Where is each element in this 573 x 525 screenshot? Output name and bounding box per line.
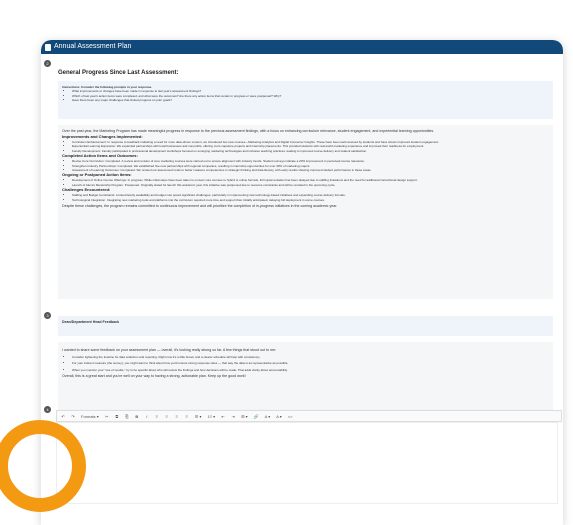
formats-dropdown[interactable]: Formats ▾ [81,414,99,419]
section-title: Dean/Department Head Feedback [62,320,120,324]
feedback-list: Consider tightening the timeline for dat… [62,355,549,372]
source-code-icon[interactable]: <> [288,414,293,419]
feedback-closing: Overall, this is a great start and you'r… [62,374,246,379]
editor-toolbar: ↶ ↷ Formats ▾ ✂ ⧉ ⎘ B I ≡ ≡ ≡ ≡ ☰ ▾ 1≡ ▾… [56,410,562,422]
undo-button[interactable]: ↶ [61,414,65,419]
document-icon [45,43,51,51]
list-item: Technological Integration: Integrating n… [72,198,549,202]
dean-feedback-textarea[interactable]: I wanted to share some feedback on your … [58,342,553,412]
window-title: Annual Assessment Plan [54,43,132,50]
list-item: For your indirect measure (the survey), … [72,361,549,365]
link-icon[interactable]: 🔗 [254,414,259,419]
list-item: Consider tightening the timeline for dat… [72,355,549,359]
redo-button[interactable]: ↷ [71,414,75,419]
paste-icon[interactable]: ⎘ [125,414,129,419]
completed-list: Revise Core Curriculum: Completed. A rev… [62,159,549,172]
text-color-dropdown[interactable]: A ▾ [265,414,271,419]
step-badge-3: 3 [44,312,51,319]
cut-icon[interactable]: ✂ [105,414,109,419]
outdent-icon[interactable]: ⇤ [221,414,225,419]
instruction-item: Have there been any major challenges tha… [72,98,549,102]
response-textarea[interactable]: Over the past year, the Marketing Progra… [58,125,553,299]
assessment-office-editor[interactable] [56,422,558,504]
italic-button[interactable]: I [145,414,149,419]
align-center-icon[interactable]: ≡ [165,414,169,419]
improvements-list: Curriculum Enhancement: In response to f… [62,140,549,153]
instructions-box: Instructions: Consider the following pro… [58,81,553,119]
challenges-list: Staffing and Budget Constraints: Limited… [62,193,549,202]
bullet-list-dropdown[interactable]: ☰ ▾ [195,414,202,419]
numbered-list-dropdown[interactable]: 1≡ ▾ [208,414,216,419]
section-title: General Progress Since Last Assessment: [58,70,179,76]
section-general-progress: General Progress Since Last Assessment: … [58,70,553,299]
window-titlebar: Annual Assessment Plan [41,40,563,54]
bold-button[interactable]: B [135,414,139,419]
list-item: When you mention your "use of results," … [72,368,549,372]
align-justify-icon[interactable]: ≡ [185,414,189,419]
align-left-icon[interactable]: ≡ [155,414,159,419]
dean-feedback-header: Dean/Department Head Feedback [58,316,553,336]
feedback-intro: I wanted to share some feedback on your … [62,348,277,352]
indent-icon[interactable]: ⇥ [231,414,235,419]
copy-icon[interactable]: ⧉ [115,414,119,419]
ongoing-list: Development of Online Course Offerings: … [62,178,549,187]
section-dean-feedback: Dean/Department Head Feedback I wanted t… [58,316,553,412]
align-right-icon[interactable]: ≡ [175,414,179,419]
assessment-plan-window: Annual Assessment Plan 2 General Progres… [41,40,563,525]
highlight-color-dropdown[interactable]: A ▾ [276,414,282,419]
instructions-list: What improvements or changes have been m… [62,89,549,102]
step-badge-4: 4 [44,406,51,413]
response-closing: Despite these challenges, the program re… [62,204,338,209]
step-badge-2: 2 [44,60,51,67]
table-dropdown[interactable]: ⊞ ▾ [241,414,247,419]
